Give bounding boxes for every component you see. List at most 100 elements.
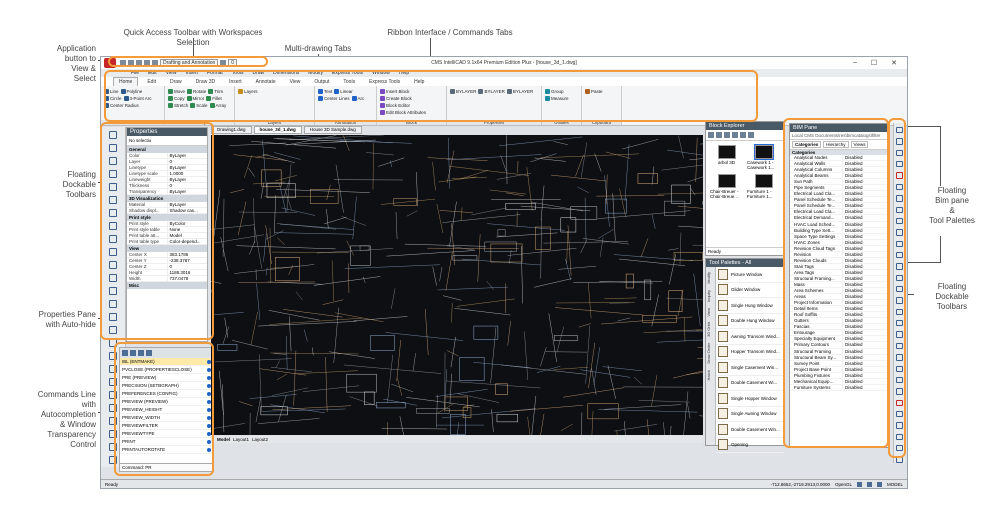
tool-icon[interactable] bbox=[896, 399, 903, 406]
palette-item[interactable]: Picture Window bbox=[716, 267, 784, 283]
block-item[interactable]: arbol 3D bbox=[710, 145, 743, 170]
opengl-indicator[interactable]: OpenGL bbox=[835, 482, 852, 487]
palette-item[interactable]: Glider Window bbox=[716, 283, 784, 298]
autocomplete-item[interactable]: PRINT bbox=[120, 438, 213, 446]
tool-icon[interactable] bbox=[896, 320, 903, 327]
tab-layout1[interactable]: Layout1 bbox=[233, 437, 249, 442]
autocomplete-item[interactable]: PRE (PREVIEW) bbox=[120, 374, 213, 382]
tool-icon[interactable] bbox=[109, 430, 117, 438]
ribbon-button[interactable]: Arc bbox=[351, 96, 364, 101]
bim-category-state[interactable]: Disabled bbox=[842, 245, 888, 251]
ribbon-button[interactable]: Mirror bbox=[186, 96, 204, 101]
copy-icon[interactable] bbox=[724, 132, 730, 138]
ribbon-button[interactable]: Measure bbox=[545, 96, 569, 101]
tool-icon[interactable] bbox=[109, 222, 117, 230]
property-value[interactable]: None bbox=[168, 227, 208, 232]
tool-icon[interactable] bbox=[109, 235, 117, 243]
ribbon-button[interactable]: Center Radius bbox=[104, 103, 139, 108]
ribbon-button[interactable]: Edit Block Attributes bbox=[380, 110, 426, 115]
tab-drawing1[interactable]: Drawing1.dwg bbox=[211, 126, 252, 134]
palette-tab[interactable]: Hatch bbox=[706, 368, 715, 382]
ribbon-tab-view[interactable]: View bbox=[285, 78, 306, 86]
tool-icon[interactable] bbox=[109, 456, 117, 464]
ribbon-button[interactable]: Create Block bbox=[380, 96, 412, 101]
bim-category-state[interactable]: Disabled bbox=[842, 300, 888, 306]
tool-icon[interactable] bbox=[109, 326, 117, 334]
palette-item[interactable]: Awning Transom Wind... bbox=[716, 329, 784, 345]
ribbon-button[interactable]: Block Editor bbox=[380, 103, 410, 108]
property-category[interactable]: Misc bbox=[127, 282, 207, 289]
ribbon-button[interactable]: Paste bbox=[585, 89, 603, 94]
bim-category-state[interactable]: Disabled bbox=[842, 191, 888, 197]
tool-icon[interactable] bbox=[109, 261, 117, 269]
palette-item[interactable]: Single Hopper Window bbox=[716, 391, 784, 407]
tool-icon[interactable] bbox=[896, 138, 903, 145]
ribbon-button[interactable]: Rotate bbox=[187, 89, 206, 94]
property-value[interactable]: ByLayer bbox=[168, 177, 208, 182]
bim-category-state[interactable]: Disabled bbox=[842, 372, 888, 378]
property-value[interactable]: ByLayer bbox=[168, 202, 208, 207]
tool-icon[interactable] bbox=[109, 417, 117, 425]
tool-icon[interactable] bbox=[109, 248, 117, 256]
tab-house-3d-1[interactable]: house_3d_1.dwg bbox=[253, 126, 302, 134]
ribbon-tab-output[interactable]: Output bbox=[309, 78, 334, 86]
tool-icon[interactable] bbox=[896, 376, 903, 384]
bim-category-state[interactable]: Disabled bbox=[842, 155, 888, 161]
tab-categories[interactable]: Categories bbox=[792, 141, 822, 148]
palette-item[interactable]: Double Casement Wi... bbox=[716, 376, 784, 391]
tool-icon[interactable] bbox=[896, 229, 903, 236]
block-item[interactable]: Furniture 1 - Furniture 1... bbox=[747, 174, 780, 199]
ribbon-button[interactable]: Array bbox=[209, 103, 226, 108]
ribbon-button[interactable]: Linear bbox=[334, 89, 353, 94]
bim-row[interactable]: Furniture Systems Disabled bbox=[790, 384, 888, 391]
bim-category-state[interactable]: Disabled bbox=[842, 288, 888, 294]
tool-icon[interactable] bbox=[896, 127, 903, 134]
ribbon-button[interactable]: Stretch bbox=[168, 103, 188, 108]
selection-dropdown[interactable]: No selectio bbox=[127, 136, 207, 146]
bim-category-state[interactable]: Disabled bbox=[842, 312, 888, 318]
snap-icon[interactable] bbox=[856, 481, 862, 487]
property-value[interactable]: Color-depend... bbox=[168, 239, 208, 244]
tool-icon[interactable] bbox=[109, 443, 117, 451]
tab-layout2[interactable]: Layout2 bbox=[252, 437, 268, 442]
tab-house-3d-sample[interactable]: House 3D Sample.dwg bbox=[303, 126, 362, 134]
autocomplete-item[interactable]: PREVIEWTYPE bbox=[120, 430, 213, 438]
ribbon-button[interactable]: Line bbox=[104, 89, 119, 94]
ribbon-button[interactable]: Polyline bbox=[120, 89, 142, 94]
bim-category-state[interactable]: Disabled bbox=[842, 173, 888, 179]
menu-tools[interactable]: Tools bbox=[232, 70, 244, 76]
ribbon-button[interactable]: Trim bbox=[208, 89, 223, 94]
block-item[interactable]: Casework 1 - Casework 1... bbox=[747, 144, 780, 170]
bim-category-state[interactable]: Disabled bbox=[842, 282, 888, 287]
ortho-icon[interactable] bbox=[876, 481, 882, 487]
ribbon-button[interactable]: BYLAYER bbox=[450, 89, 476, 94]
bim-category-state[interactable]: Disabled bbox=[842, 354, 888, 360]
tool-icon[interactable] bbox=[109, 170, 117, 178]
bim-category-state[interactable]: Disabled bbox=[842, 263, 888, 269]
ribbon-tab-tools[interactable]: Tools bbox=[338, 78, 360, 86]
block-item[interactable]: Chair-Breuer - Chair-Breue... bbox=[710, 174, 743, 199]
ribbon-button[interactable]: Layers bbox=[238, 89, 258, 94]
autocomplete-item[interactable]: PREVIEWFILTER bbox=[120, 422, 213, 430]
tool-icon[interactable] bbox=[896, 410, 903, 418]
tool-icon[interactable] bbox=[109, 131, 117, 139]
bim-category-state[interactable]: Disabled bbox=[842, 257, 888, 263]
tool-icon[interactable] bbox=[109, 404, 117, 412]
tool-icon[interactable] bbox=[109, 144, 117, 152]
autocomplete-item[interactable]: PRINTAUTOROTATE bbox=[120, 446, 213, 454]
command-input[interactable]: Command: PR bbox=[120, 463, 213, 471]
tool-icon[interactable] bbox=[109, 196, 117, 204]
bim-category-state[interactable]: Disabled bbox=[842, 318, 888, 324]
ribbon-button[interactable]: Fillet bbox=[206, 96, 222, 101]
menu-window[interactable]: Window bbox=[372, 70, 390, 76]
model-indicator[interactable]: MODEL bbox=[887, 482, 903, 487]
property-value[interactable]: ByLayer bbox=[168, 165, 208, 170]
tool-icon[interactable] bbox=[896, 183, 903, 191]
autocomplete-item[interactable]: PRECISION (SETBGRAPH) bbox=[120, 382, 213, 390]
tool-icon[interactable] bbox=[109, 209, 117, 217]
tool-icon[interactable] bbox=[896, 422, 903, 429]
ribbon-button[interactable]: Move bbox=[168, 89, 185, 94]
menu-modify[interactable]: Modify bbox=[308, 70, 323, 76]
bim-path[interactable]: Local CMS Documents\res\bimcatalogs\filt… bbox=[790, 132, 888, 140]
property-value[interactable]: ByLayer bbox=[168, 189, 208, 194]
